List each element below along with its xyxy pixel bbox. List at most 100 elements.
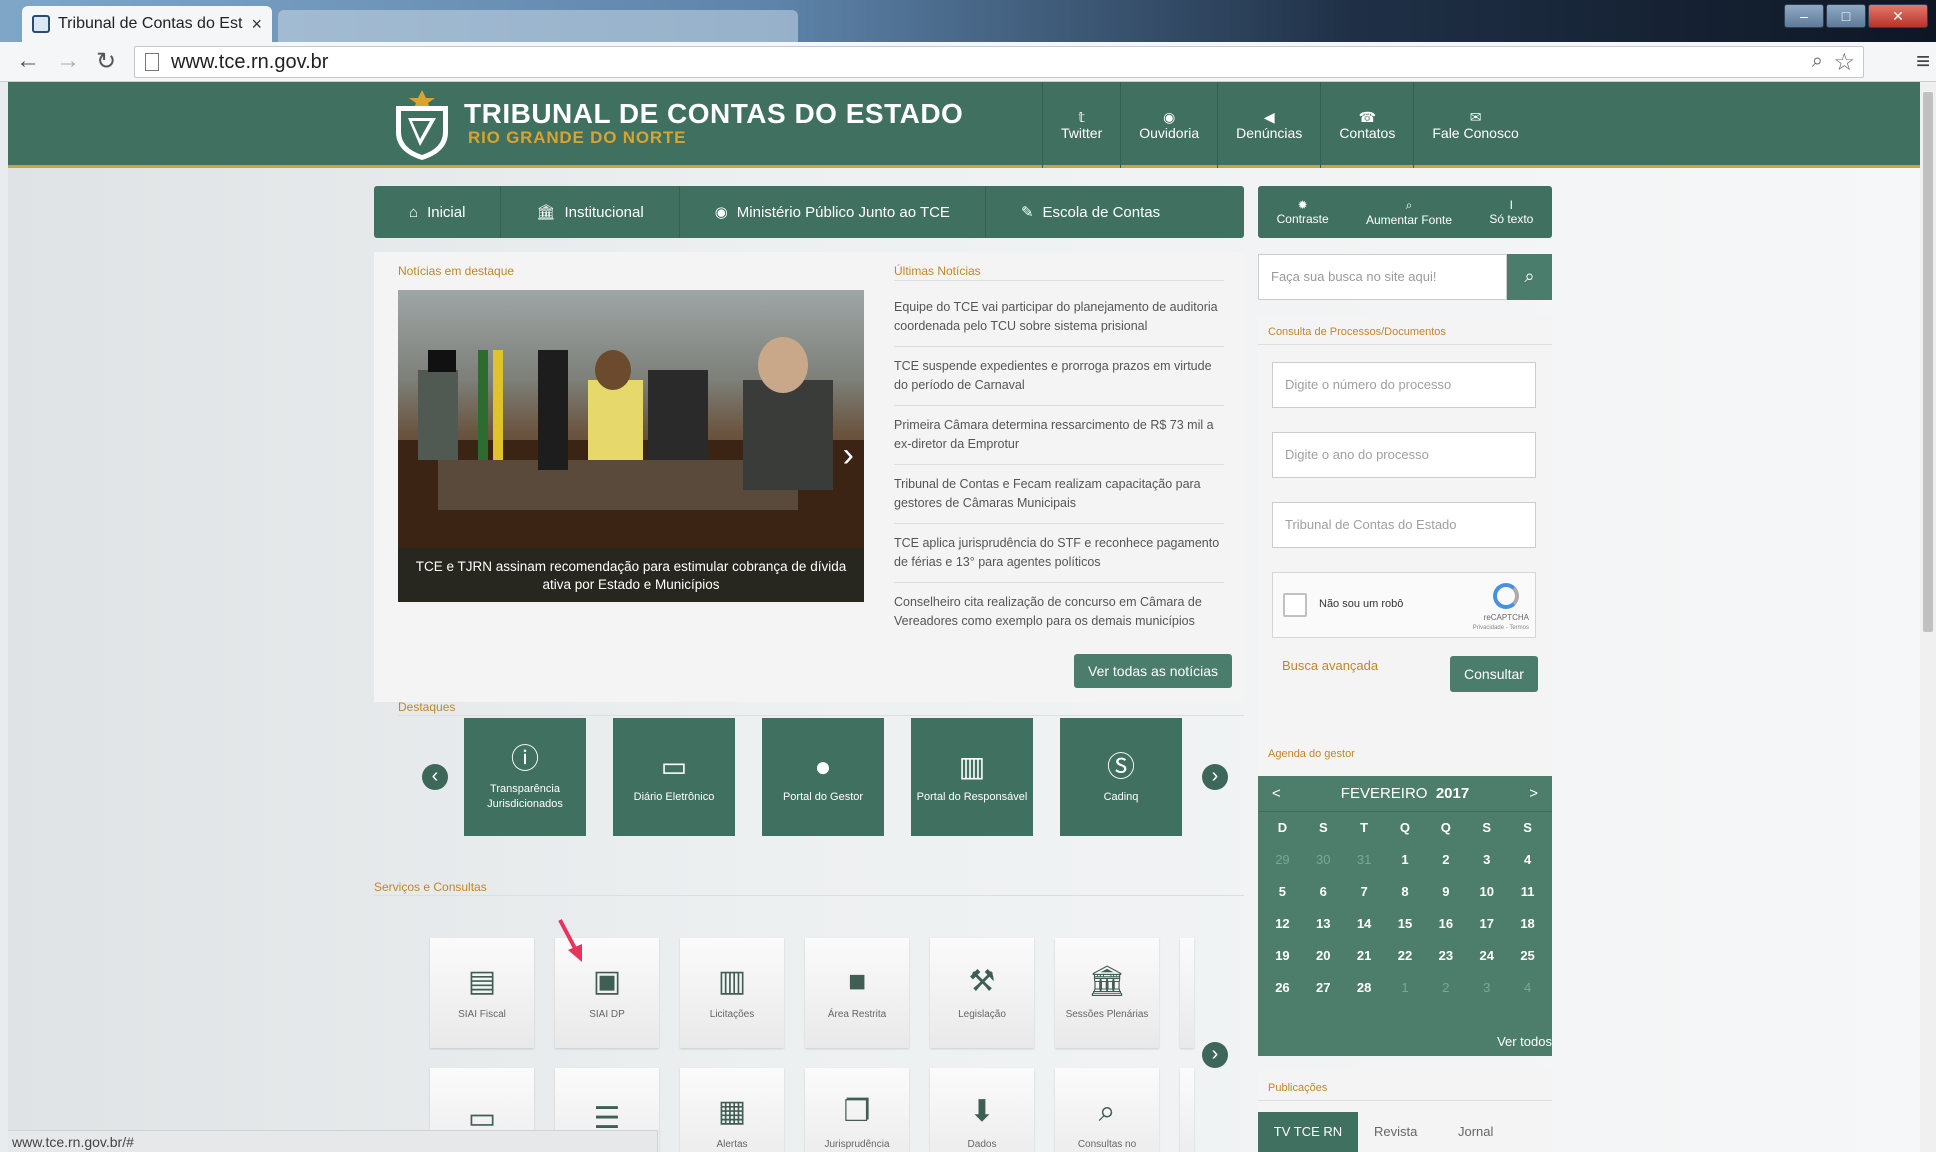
scrollbar-thumb[interactable] [1923,92,1933,632]
menu-item-inicial[interactable]: ⌂ Inicial [374,186,502,238]
page-scrollbar[interactable] [1920,82,1936,1152]
process-number-input[interactable]: Digite o número do processo [1272,362,1536,408]
bookmark-star-icon[interactable]: ☆ [1833,48,1855,77]
tile-diario-eletronico[interactable]: ▭ Diário Eletrônico [613,718,735,836]
tile-transparencia[interactable]: ⓘ Transparência Jurisdicionados [464,718,586,836]
calendar-day[interactable]: 15 [1385,908,1426,940]
news-item[interactable]: Conselheiro cita realização de concurso … [894,583,1224,641]
calendar-day[interactable]: 22 [1385,940,1426,972]
header-link-fale-conosco[interactable]: ✉ Fale Conosco [1413,82,1536,168]
calendar-day[interactable]: 14 [1344,908,1385,940]
news-photo[interactable] [398,290,864,548]
browser-tab[interactable]: Tribunal de Contas do Est × [22,6,272,42]
publications-tab-tv[interactable]: TV TCE RN [1258,1112,1358,1152]
calendar-see-all-link[interactable]: Ver todos [1497,1034,1552,1049]
increase-font-button[interactable]: ⌕ Aumentar Fonte [1366,186,1452,238]
tile-cadinq[interactable]: Ⓢ Cadinq [1060,718,1182,836]
reload-icon[interactable]: ↻ [96,47,116,76]
calendar-day[interactable]: 11 [1507,876,1548,908]
news-carousel[interactable]: › TCE e TJRN assinam recomendação para e… [398,290,864,602]
service-area-restrita[interactable]: ■ Área Restrita [805,938,909,1048]
service-sessoes-plenarias[interactable]: 🏛 Sessões Plenárias [1055,938,1159,1048]
publications-tab-jornal[interactable]: Jornal [1458,1112,1493,1152]
service-legislacao[interactable]: ⚒ Legislação [930,938,1034,1048]
header-link-denuncias[interactable]: ◀ Denúncias [1217,82,1320,168]
calendar-day[interactable]: 12 [1262,908,1303,940]
calendar-day[interactable]: 10 [1466,876,1507,908]
calendar-day[interactable]: 13 [1303,908,1344,940]
news-item[interactable]: TCE suspende expedientes e prorroga praz… [894,347,1224,406]
calendar-day[interactable]: 30 [1303,844,1344,876]
calendar-day[interactable]: 9 [1425,876,1466,908]
service-partial[interactable] [1180,938,1194,1048]
site-search-input[interactable]: Faça sua busca no site aqui! [1258,254,1507,300]
calendar-day[interactable]: 16 [1425,908,1466,940]
calendar-day[interactable]: 27 [1303,972,1344,1004]
text-only-button[interactable]: I Só texto [1489,186,1533,238]
tile-portal-responsavel[interactable]: ▥ Portal do Responsável [911,718,1033,836]
calendar-day[interactable]: 6 [1303,876,1344,908]
calendar-day[interactable]: 31 [1344,844,1385,876]
see-all-news-button[interactable]: Ver todas as notícias [1074,654,1232,688]
news-item[interactable]: TCE aplica jurisprudência do STF e recon… [894,524,1224,583]
service-partial[interactable] [1180,1068,1194,1152]
consult-button[interactable]: Consultar [1450,656,1538,692]
news-item[interactable]: Primeira Câmara determina ressarcimento … [894,406,1224,465]
recaptcha-checkbox[interactable] [1283,593,1307,617]
services-next-icon[interactable]: › [1202,1042,1228,1068]
service-siai-fiscal[interactable]: ▤ SIAI Fiscal [430,938,534,1048]
address-bar[interactable]: www.tce.rn.gov.br ⌕ ☆ [134,46,1864,78]
calendar-day[interactable]: 7 [1344,876,1385,908]
calendar-day[interactable]: 21 [1344,940,1385,972]
calendar-day[interactable]: 4 [1507,972,1548,1004]
process-org-select[interactable]: Tribunal de Contas do Estado [1272,502,1536,548]
calendar-day[interactable]: 25 [1507,940,1548,972]
news-item[interactable]: Equipe do TCE vai participar do planejam… [894,288,1224,347]
advanced-search-link[interactable]: Busca avançada [1282,658,1378,673]
calendar-day[interactable]: 18 [1507,908,1548,940]
publications-tab-revista[interactable]: Revista [1374,1112,1417,1152]
service-consultas[interactable]: ⌕ Consultas no [1055,1068,1159,1152]
recaptcha-links[interactable]: Privacidade - Termos [1473,625,1529,631]
calendar-day[interactable]: 23 [1425,940,1466,972]
background-tab[interactable] [278,10,798,42]
tile-portal-gestor[interactable]: ● Portal do Gestor [762,718,884,836]
carousel-next-icon[interactable]: › [843,436,854,475]
search-button-icon[interactable]: ⌕ [1507,254,1552,300]
calendar-day[interactable]: 26 [1262,972,1303,1004]
calendar-day[interactable]: 20 [1303,940,1344,972]
service-alertas[interactable]: ▦ Alertas [680,1068,784,1152]
news-caption[interactable]: TCE e TJRN assinam recomendação para est… [398,548,864,602]
calendar-day[interactable]: 4 [1507,844,1548,876]
menu-item-institucional[interactable]: 🏛 Institucional [501,186,680,238]
brand-title[interactable]: TRIBUNAL DE CONTAS DO ESTADO [464,98,963,130]
menu-item-escola-de-contas[interactable]: ✎ Escola de Contas [986,186,1195,238]
calendar-day[interactable]: 28 [1344,972,1385,1004]
contrast-button[interactable]: ✹ Contraste [1277,186,1329,238]
forward-icon[interactable]: → [56,47,80,75]
calendar-prev-button[interactable]: < [1272,785,1281,802]
back-icon[interactable]: ← [16,47,40,75]
tab-close-icon[interactable]: × [251,14,262,35]
header-link-contatos[interactable]: ☎ Contatos [1320,82,1413,168]
minimize-button[interactable]: – [1784,4,1824,28]
service-dados[interactable]: ⬇ Dados [930,1068,1034,1152]
calendar-day[interactable]: 24 [1466,940,1507,972]
calendar-day[interactable]: 1 [1385,972,1426,1004]
calendar-day[interactable]: 3 [1466,844,1507,876]
calendar-day[interactable]: 1 [1385,844,1426,876]
calendar-day[interactable]: 29 [1262,844,1303,876]
header-link-ouvidoria[interactable]: ◉ Ouvidoria [1120,82,1217,168]
calendar-day[interactable]: 17 [1466,908,1507,940]
service-licitacoes[interactable]: ▥ Licitações [680,938,784,1048]
calendar-day[interactable]: 5 [1262,876,1303,908]
calendar-day[interactable]: 8 [1385,876,1426,908]
calendar-day[interactable]: 2 [1425,844,1466,876]
calendar-day[interactable]: 3 [1466,972,1507,1004]
browser-menu-icon[interactable]: ≡ [1916,48,1930,76]
close-window-button[interactable]: ✕ [1868,4,1928,28]
header-link-twitter[interactable]: 𝕥 Twitter [1042,82,1120,168]
highlights-next-icon[interactable]: › [1202,764,1228,790]
maximize-button[interactable]: □ [1826,4,1866,28]
news-item[interactable]: Tribunal de Contas e Fecam realizam capa… [894,465,1224,524]
